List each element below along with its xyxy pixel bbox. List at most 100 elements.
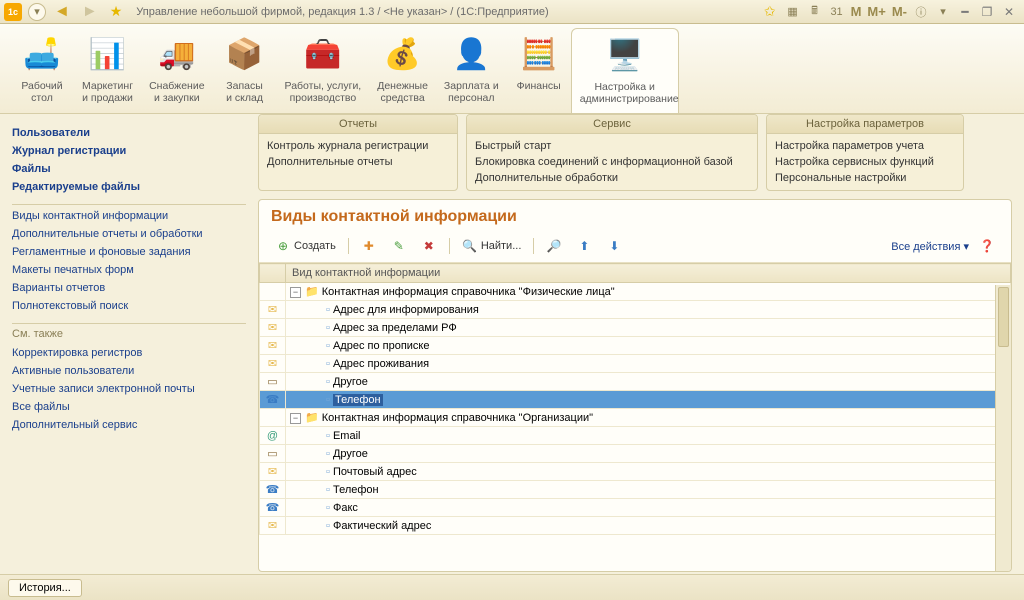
sidebar-link[interactable]: Дополнительный сервис — [12, 416, 246, 434]
panel-link[interactable]: Блокировка соединений с информационной б… — [475, 154, 749, 170]
panel-link[interactable]: Персональные настройки — [775, 170, 955, 186]
move-up-button[interactable]: ⬆ — [572, 236, 596, 256]
sidebar-link[interactable]: Активные пользователи — [12, 362, 246, 380]
sidebar-link[interactable]: Макеты печатных форм — [12, 261, 246, 279]
ribbon-section-2[interactable]: 🚚Снабжениеи закупки — [141, 28, 212, 113]
table-row[interactable]: ✉▫ Почтовый адрес — [260, 463, 1011, 481]
sidebar-link[interactable]: Регламентные и фоновые задания — [12, 243, 246, 261]
table-row[interactable]: @▫ Email — [260, 427, 1011, 445]
ribbon-section-4[interactable]: 🧰Работы, услуги,производство — [277, 28, 370, 113]
favorites-icon[interactable]: ★ — [110, 3, 123, 20]
sidebar-link[interactable]: Журнал регистрации — [12, 142, 246, 160]
row-text-cell: −📁 Контактная информация справочника "Ор… — [286, 409, 1011, 427]
calendar-icon[interactable]: 31 — [828, 3, 846, 21]
memory-m-button[interactable]: M — [851, 4, 862, 19]
section-icon: 🚚 — [153, 30, 201, 78]
sidebar-link[interactable]: Пользователи — [12, 124, 246, 142]
table-row[interactable]: ✉▫ Адрес проживания — [260, 355, 1011, 373]
table-row[interactable]: ☎▫ Факс — [260, 499, 1011, 517]
item-icon: ▫ — [326, 376, 330, 388]
table-row[interactable]: ☎▫ Телефон — [260, 481, 1011, 499]
new-folder-button[interactable]: ✚ — [357, 236, 381, 256]
table-row[interactable]: ✉▫ Адрес за пределами РФ — [260, 319, 1011, 337]
arrow-up-icon: ⬆ — [576, 238, 592, 254]
row-text-cell: ▫ Адрес для информирования — [286, 301, 1011, 319]
table-row[interactable]: −📁 Контактная информация справочника "Ор… — [260, 409, 1011, 427]
sidebar-link[interactable]: Редактируемые файлы — [12, 178, 246, 196]
ribbon-section-1[interactable]: 📊Маркетинги продажи — [74, 28, 141, 113]
find-button[interactable]: 🔍 Найти... — [458, 236, 526, 256]
tree-expander-icon[interactable]: − — [290, 287, 301, 298]
panel-link[interactable]: Настройка сервисных функций — [775, 154, 955, 170]
sidebar-link[interactable]: Виды контактной информации — [12, 207, 246, 225]
grid-header-name[interactable]: Вид контактной информации — [286, 264, 1011, 283]
row-type-icon: ☎ — [260, 499, 286, 517]
tree-expander-icon[interactable]: − — [290, 413, 301, 424]
section-label: Зарплата иперсонал — [444, 80, 499, 104]
titlebar: 1c ▾ ◄ ► ★ Управление небольшой фирмой, … — [0, 0, 1024, 24]
vertical-scrollbar[interactable] — [995, 285, 1011, 571]
ribbon-section-8[interactable]: 🖥️Настройка иадминистрирование — [571, 28, 679, 113]
table-row[interactable]: ✉▫ Адрес по прописке — [260, 337, 1011, 355]
info-dropdown-icon[interactable]: ▾ — [934, 3, 952, 21]
panel-link[interactable]: Дополнительные обработки — [475, 170, 749, 186]
item-icon: ▫ — [326, 520, 330, 532]
row-text-cell: ▫ Фактический адрес — [286, 517, 1011, 535]
row-text-cell: ▫ Почтовый адрес — [286, 463, 1011, 481]
table-row[interactable]: ✉▫ Адрес для информирования — [260, 301, 1011, 319]
memory-mminus-button[interactable]: M- — [892, 4, 907, 19]
section-icon: 🛋️ — [18, 30, 66, 78]
bookmark-icon[interactable]: ✩ — [764, 3, 776, 20]
help-button[interactable]: ❓ — [975, 236, 999, 256]
grid-header-icon[interactable] — [260, 264, 286, 283]
nav-forward-icon[interactable]: ► — [82, 3, 98, 21]
row-text-cell: ▫ Телефон — [286, 481, 1011, 499]
table-row[interactable]: ✉▫ Фактический адрес — [260, 517, 1011, 535]
sidebar-link[interactable]: Варианты отчетов — [12, 279, 246, 297]
panel-link[interactable]: Дополнительные отчеты — [267, 154, 449, 170]
panel-link[interactable]: Контроль журнала регистрации — [267, 138, 449, 154]
table-icon[interactable]: ▦ — [784, 3, 802, 21]
sidebar-link[interactable]: Корректировка регистров — [12, 344, 246, 362]
sidebar-link[interactable]: Все файлы — [12, 398, 246, 416]
delete-button[interactable]: ✖ — [417, 236, 441, 256]
move-down-button[interactable]: ⬇ — [602, 236, 626, 256]
panel-link[interactable]: Настройка параметров учета — [775, 138, 955, 154]
ribbon-section-5[interactable]: 💰Денежныесредства — [369, 28, 436, 113]
create-button[interactable]: ⊕ Создать — [271, 236, 340, 256]
nav-back-icon[interactable]: ◄ — [54, 3, 70, 21]
close-button[interactable]: ✕ — [1000, 4, 1018, 20]
section-icon: 💰 — [379, 30, 427, 78]
pencil-icon: ✎ — [391, 238, 407, 254]
calculator-icon[interactable]: 🖩 — [806, 3, 824, 21]
memory-mplus-button[interactable]: M+ — [867, 4, 885, 19]
dropdown-button[interactable]: ▾ — [28, 3, 46, 21]
all-actions-link[interactable]: Все действия ▾ — [891, 240, 969, 253]
edit-button[interactable]: ✎ — [387, 236, 411, 256]
history-button[interactable]: История... — [8, 579, 82, 597]
sidebar-link[interactable]: Файлы — [12, 160, 246, 178]
grid[interactable]: Вид контактной информации −📁 Контактная … — [259, 263, 1011, 571]
table-row[interactable]: ▭▫ Другое — [260, 373, 1011, 391]
row-type-icon: ▭ — [260, 373, 286, 391]
table-row[interactable]: ☎▫ Телефон — [260, 391, 1011, 409]
sidebar-link[interactable]: Учетные записи электронной почты — [12, 380, 246, 398]
item-icon: ▫ — [326, 304, 330, 316]
maximize-button[interactable]: ❐ — [978, 4, 996, 20]
clear-search-button[interactable]: 🔎 — [542, 236, 566, 256]
minimize-button[interactable]: ━ — [956, 4, 974, 20]
row-type-icon: ✉ — [260, 337, 286, 355]
ribbon-section-0[interactable]: 🛋️Рабочийстол — [10, 28, 74, 113]
ribbon: 🛋️Рабочийстол📊Маркетинги продажи🚚Снабжен… — [0, 24, 1024, 114]
row-text-cell: ▫ Адрес по прописке — [286, 337, 1011, 355]
info-icon[interactable]: ⓘ — [912, 3, 930, 21]
scrollbar-thumb[interactable] — [998, 287, 1009, 347]
ribbon-section-3[interactable]: 📦Запасыи склад — [213, 28, 277, 113]
table-row[interactable]: −📁 Контактная информация справочника "Фи… — [260, 283, 1011, 301]
sidebar-link[interactable]: Дополнительные отчеты и обработки — [12, 225, 246, 243]
ribbon-section-6[interactable]: 👤Зарплата иперсонал — [436, 28, 507, 113]
ribbon-section-7[interactable]: 🧮Финансы — [507, 28, 571, 113]
panel-link[interactable]: Быстрый старт — [475, 138, 749, 154]
sidebar-link[interactable]: Полнотекстовый поиск — [12, 297, 246, 315]
table-row[interactable]: ▭▫ Другое — [260, 445, 1011, 463]
